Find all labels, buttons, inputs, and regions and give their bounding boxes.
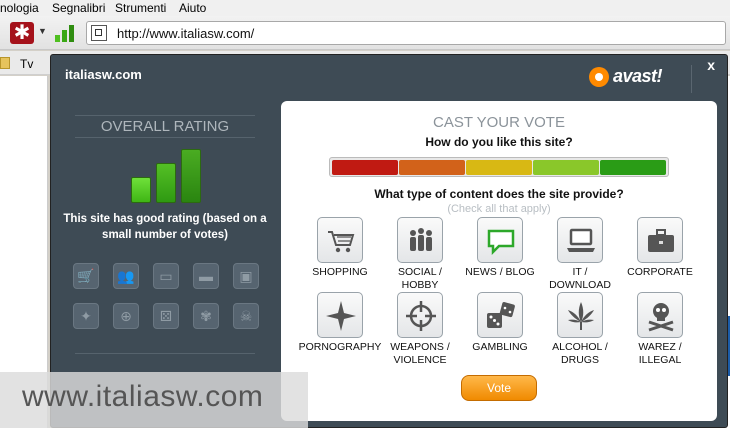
header-divider <box>691 65 692 93</box>
avast-ball-icon <box>589 67 609 87</box>
address-bar[interactable]: http://www.italiasw.com/ <box>86 21 726 45</box>
category-label: ALCOHOL / DRUGS <box>552 341 608 366</box>
overlay-site-name: italiasw.com <box>65 67 142 82</box>
rating-bar-3 <box>181 149 201 203</box>
shopping-cart-icon[interactable] <box>317 217 363 263</box>
category-label: GAMBLING <box>472 341 528 353</box>
content-type-question: What type of content does the site provi… <box>374 187 624 201</box>
leaf-icon: ✾ <box>193 303 219 329</box>
avast-logo: avast! <box>589 63 685 93</box>
rating-option-3[interactable] <box>466 160 532 175</box>
category-label: PORNOGRAPHY <box>298 341 382 353</box>
category-shopping[interactable]: SHOPPING <box>298 217 382 279</box>
vote-panel: CAST YOUR VOTE How do you like this site… <box>281 101 717 421</box>
people-icon: 👥 <box>113 263 139 289</box>
cast-vote-title: CAST YOUR VOTE <box>433 114 565 131</box>
skull-icon: ☠ <box>233 303 259 329</box>
menu-item-strumenti[interactable]: Strumenti <box>115 1 166 15</box>
leaf-icon[interactable] <box>557 292 603 338</box>
rating-bars-icon <box>131 147 203 203</box>
vote-button[interactable]: Vote <box>461 375 537 401</box>
menu-item-tecnologia[interactable]: nologia <box>0 1 39 15</box>
rating-description: This site has good rating (based on a sm… <box>63 213 267 241</box>
dropdown-arrow-icon[interactable]: ▼ <box>38 26 47 36</box>
category-corporate[interactable]: CORPORATE <box>618 217 702 279</box>
crosshair-icon: ⊕ <box>113 303 139 329</box>
dice-icon[interactable] <box>477 292 523 338</box>
briefcase-icon[interactable] <box>637 217 683 263</box>
menu-item-segnalibri[interactable]: Segnalibri <box>52 1 105 15</box>
category-label: SOCIAL / HOBBY <box>398 266 442 291</box>
avast-logo-text: avast! <box>613 66 663 86</box>
category-label: WEAPONS / VIOLENCE <box>390 341 450 366</box>
category-news-blog[interactable]: NEWS / BLOG <box>458 217 542 279</box>
briefcase-icon: ▣ <box>233 263 259 289</box>
category-weapons-violence[interactable]: WEAPONS / VIOLENCE <box>378 292 462 367</box>
site-identity-icon[interactable] <box>91 25 107 41</box>
menu-bar: nologia Segnalibri Strumenti Aiuto <box>0 0 730 16</box>
category-warez-illegal[interactable]: WAREZ / ILLEGAL <box>618 292 702 367</box>
navigation-toolbar: ✱ ▼ http://www.italiasw.com/ <box>0 16 730 50</box>
category-social-hobby[interactable]: SOCIAL / HOBBY <box>378 217 462 292</box>
dice-icon: ⚄ <box>153 303 179 329</box>
category-pornography[interactable]: PORNOGRAPHY <box>298 292 382 354</box>
category-label: CORPORATE <box>627 266 693 278</box>
rating-bar-2 <box>156 163 176 203</box>
rating-divider <box>75 353 255 354</box>
folder-icon[interactable] <box>0 57 10 69</box>
watermark: www.italiasw.com <box>0 372 308 428</box>
category-gambling[interactable]: GAMBLING <box>458 292 542 354</box>
category-alcohol-drugs[interactable]: ALCOHOL / DRUGS <box>538 292 622 367</box>
skull-icon[interactable] <box>637 292 683 338</box>
laptop-icon: ▬ <box>193 263 219 289</box>
bookmark-tv[interactable]: Tv <box>20 57 33 71</box>
content-type-hint: (Check all that apply) <box>447 203 551 215</box>
like-question: How do you like this site? <box>425 135 573 149</box>
menu-item-aiuto[interactable]: Aiuto <box>179 1 206 15</box>
shopping-cart-icon: 🛒 <box>73 263 99 289</box>
speech-bubble-icon[interactable] <box>477 217 523 263</box>
category-label: IT / DOWNLOAD <box>549 266 611 291</box>
watermark-text: www.italiasw.com <box>22 380 264 413</box>
category-it-download[interactable]: IT / DOWNLOAD <box>538 217 622 292</box>
url-text[interactable]: http://www.italiasw.com/ <box>117 26 254 41</box>
category-label: NEWS / BLOG <box>465 266 535 278</box>
overall-rating-title: OVERALL RATING <box>75 115 255 138</box>
rating-bar-1 <box>131 177 151 203</box>
crosshair-icon[interactable] <box>397 292 443 338</box>
category-label: WAREZ / ILLEGAL <box>638 341 682 366</box>
star-icon[interactable] <box>317 292 363 338</box>
rating-scale <box>329 157 669 177</box>
rating-option-5[interactable] <box>600 160 666 175</box>
avast-signal-icon[interactable] <box>54 24 76 42</box>
rating-option-1[interactable] <box>332 160 398 175</box>
laptop-icon[interactable] <box>557 217 603 263</box>
category-label: SHOPPING <box>312 266 368 278</box>
addon-asterisk-icon[interactable]: ✱ <box>10 22 34 44</box>
star-icon: ✦ <box>73 303 99 329</box>
rating-option-2[interactable] <box>399 160 465 175</box>
rating-option-4[interactable] <box>533 160 599 175</box>
speech-bubble-icon: ▭ <box>153 263 179 289</box>
people-icon[interactable] <box>397 217 443 263</box>
close-button[interactable]: x <box>707 57 715 73</box>
